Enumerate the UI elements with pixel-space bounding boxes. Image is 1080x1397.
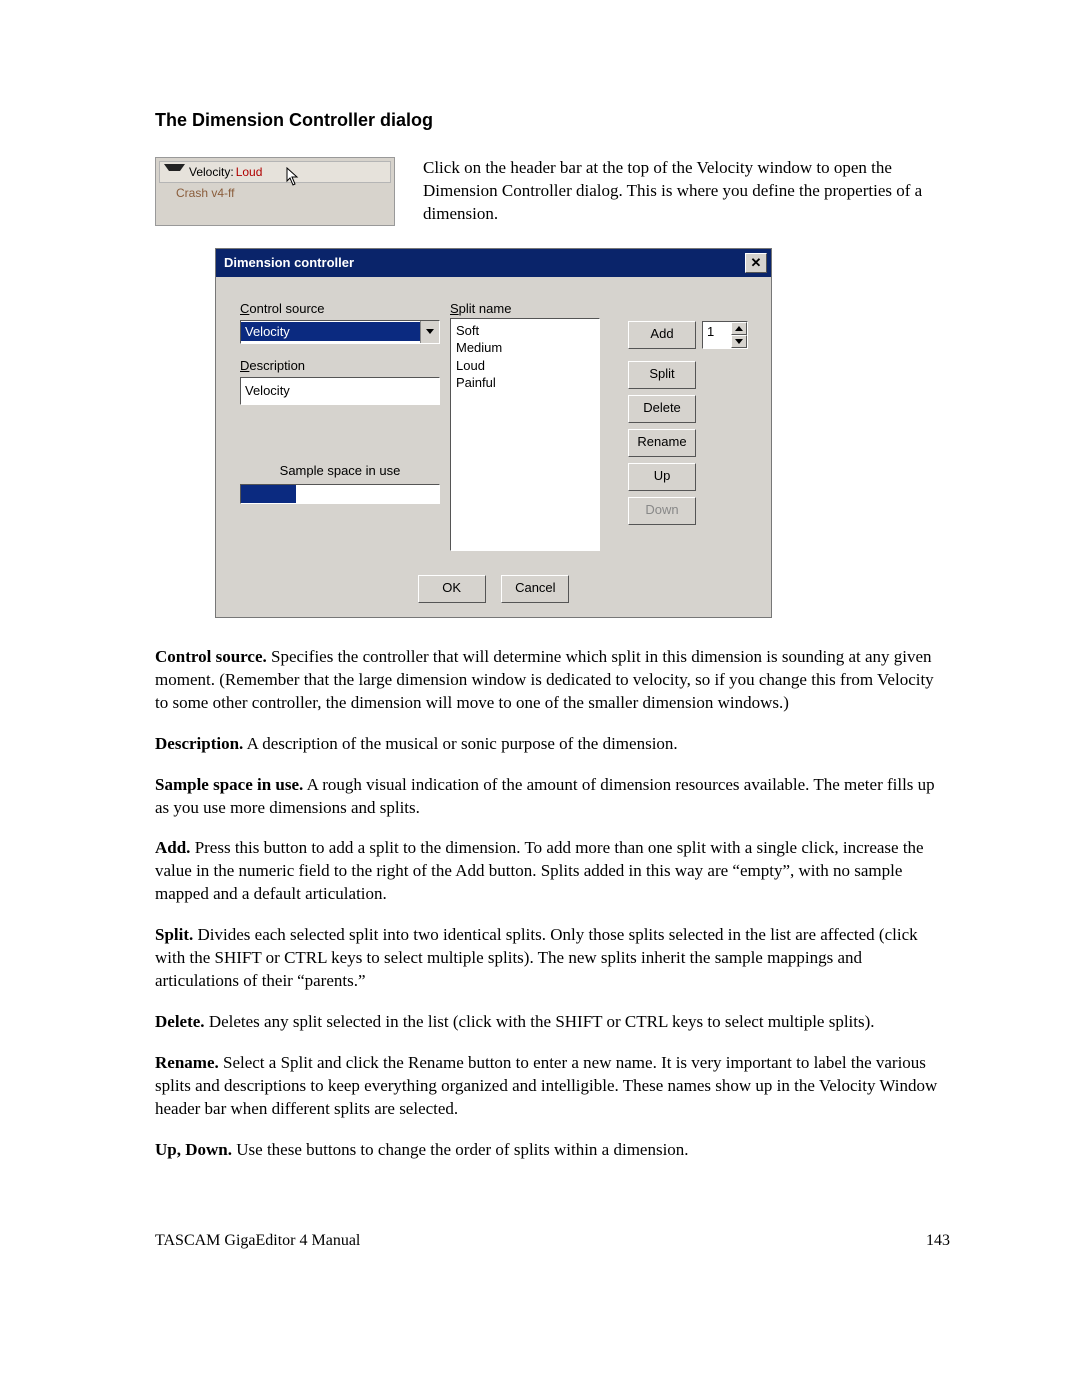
footer-manual-name: TASCAM GigaEditor 4 Manual xyxy=(155,1232,360,1250)
ok-button[interactable]: OK xyxy=(418,575,486,603)
list-item[interactable]: Soft xyxy=(456,322,594,340)
cursor-icon xyxy=(286,167,304,189)
velocity-label: Velocity: xyxy=(189,165,234,179)
para-delete: Delete. Deletes any split selected in th… xyxy=(155,1011,950,1034)
up-button[interactable]: Up xyxy=(628,463,696,491)
intro-paragraph: Click on the header bar at the top of th… xyxy=(423,157,950,226)
control-source-combo[interactable]: Velocity xyxy=(240,320,440,344)
split-name-list[interactable]: Soft Medium Loud Painful xyxy=(450,318,600,551)
control-source-label: Control source xyxy=(240,301,440,316)
para-rename: Rename. Select a Split and click the Ren… xyxy=(155,1052,950,1121)
para-add: Add. Press this button to add a split to… xyxy=(155,837,950,906)
chevron-down-icon xyxy=(164,164,185,180)
para-description: Description. A description of the musica… xyxy=(155,733,950,756)
chevron-down-icon[interactable] xyxy=(420,321,439,343)
dialog-title: Dimension controller xyxy=(224,255,354,270)
cancel-button[interactable]: Cancel xyxy=(501,575,569,603)
delete-button[interactable]: Delete xyxy=(628,395,696,423)
rename-button[interactable]: Rename xyxy=(628,429,696,457)
velocity-header-widget[interactable]: Velocity: Loud Crash v4-ff xyxy=(155,157,395,226)
spinner-down-icon[interactable] xyxy=(731,335,747,348)
para-split: Split. Divides each selected split into … xyxy=(155,924,950,993)
description-label: Description xyxy=(240,358,440,373)
para-sample-space: Sample space in use. A rough visual indi… xyxy=(155,774,950,820)
dimension-controller-dialog: Dimension controller ✕ Control source Ve… xyxy=(215,248,772,618)
control-source-value: Velocity xyxy=(241,322,420,341)
list-item[interactable]: Loud xyxy=(456,357,594,375)
para-updown: Up, Down. Use these buttons to change th… xyxy=(155,1139,950,1162)
list-item[interactable]: Medium xyxy=(456,339,594,357)
spinner-up-icon[interactable] xyxy=(731,322,747,335)
list-item[interactable]: Painful xyxy=(456,374,594,392)
add-button[interactable]: Add xyxy=(628,321,696,349)
para-control-source: Control source. Specifies the controller… xyxy=(155,646,950,715)
close-button[interactable]: ✕ xyxy=(745,253,767,273)
description-input[interactable]: Velocity xyxy=(240,377,440,405)
add-count-value[interactable]: 1 xyxy=(703,322,731,348)
sample-space-meter xyxy=(240,484,440,504)
down-button[interactable]: Down xyxy=(628,497,696,525)
section-heading: The Dimension Controller dialog xyxy=(155,110,950,131)
split-button[interactable]: Split xyxy=(628,361,696,389)
velocity-current-value: Loud xyxy=(236,165,263,179)
velocity-sample-name: Crash v4-ff xyxy=(156,185,394,204)
footer-page-number: 143 xyxy=(926,1232,950,1250)
add-count-spinner[interactable]: 1 xyxy=(702,321,748,349)
meter-fill xyxy=(241,485,296,503)
sample-space-label: Sample space in use xyxy=(240,463,440,478)
split-name-label: Split name xyxy=(450,301,600,316)
close-icon: ✕ xyxy=(751,255,762,271)
